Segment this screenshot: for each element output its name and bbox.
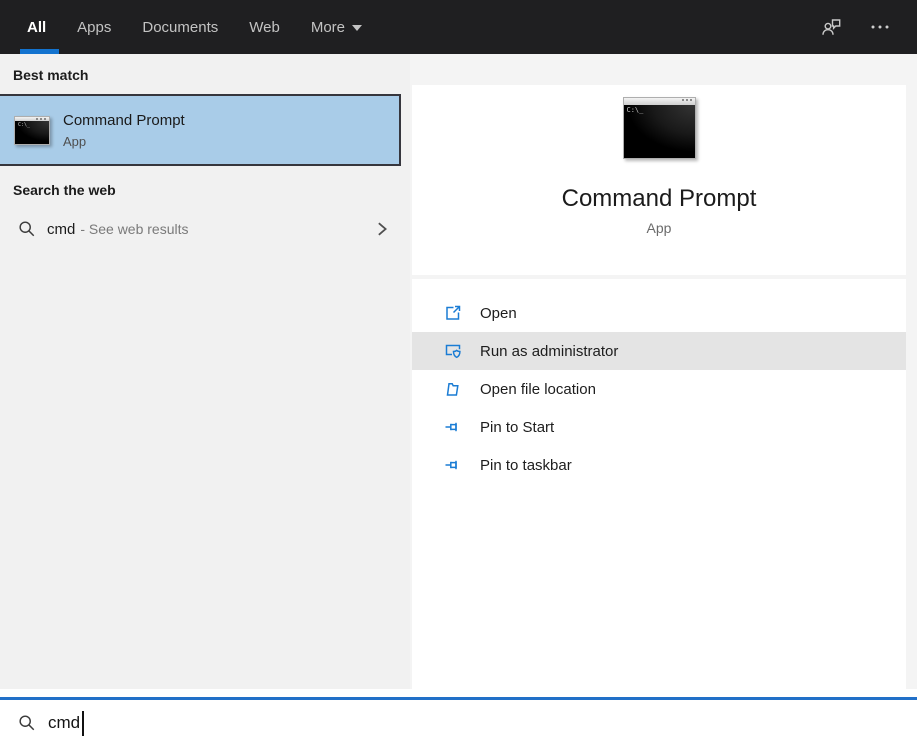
action-pin-to-start-label: Pin to Start xyxy=(480,418,555,436)
action-pin-to-taskbar[interactable]: Pin to taskbar xyxy=(412,446,906,484)
text-cursor xyxy=(82,710,84,736)
search-icon xyxy=(19,715,35,731)
results-list-panel: Best match C:\_ Command Prompt App Searc… xyxy=(0,54,410,689)
action-pin-to-start[interactable]: Pin to Start xyxy=(412,408,906,446)
chevron-down-icon xyxy=(352,25,363,31)
best-match-title: Command Prompt xyxy=(63,111,185,129)
tab-apps-label: Apps xyxy=(77,18,112,36)
launch-icon xyxy=(446,305,461,320)
active-tab-underline xyxy=(20,49,60,54)
tab-all[interactable]: All xyxy=(20,0,60,54)
action-open-file-location-label: Open file location xyxy=(480,380,596,398)
bottom-strip xyxy=(0,689,917,697)
tab-more-label: More xyxy=(310,18,346,36)
action-open-file-location[interactable]: Open file location xyxy=(412,370,906,408)
feedback-icon[interactable] xyxy=(821,16,843,38)
pin-icon xyxy=(445,460,457,470)
search-results-area: Best match C:\_ Command Prompt App Searc… xyxy=(0,54,917,689)
tab-apps[interactable]: Apps xyxy=(77,0,111,54)
tab-web[interactable]: Web xyxy=(249,0,280,54)
tab-documents-label: Documents xyxy=(142,18,219,36)
action-run-as-administrator[interactable]: Run as administrator xyxy=(412,332,906,370)
folder-icon xyxy=(446,383,459,396)
terminal-prompt-text: C:\_ xyxy=(18,121,31,128)
search-web-header: Search the web xyxy=(13,182,116,198)
terminal-prompt-text: C:\_ xyxy=(626,106,644,114)
best-match-text: Command Prompt App xyxy=(63,112,185,149)
web-result-suffix: - See web results xyxy=(80,221,189,237)
tab-all-label: All xyxy=(27,18,47,36)
action-open[interactable]: Open xyxy=(412,294,906,332)
tab-web-label: Web xyxy=(249,18,280,36)
best-match-subtitle: App xyxy=(63,133,87,149)
window-buttons xyxy=(36,117,47,120)
tab-documents[interactable]: Documents xyxy=(142,0,218,54)
chevron-right-icon[interactable] xyxy=(374,220,390,238)
best-match-result-command-prompt[interactable]: C:\_ Command Prompt App xyxy=(0,94,401,166)
search-filter-bar: All Apps Documents Web More xyxy=(0,0,917,54)
filter-tabs: All Apps Documents Web More xyxy=(20,0,363,54)
search-icon xyxy=(19,221,35,237)
web-query-text: cmd xyxy=(47,220,76,238)
search-input[interactable]: cmd xyxy=(0,697,917,746)
window-buttons xyxy=(681,99,693,101)
preview-app-title: Command Prompt xyxy=(561,185,757,212)
command-prompt-icon-large: C:\_ xyxy=(622,97,696,159)
action-run-as-administrator-label: Run as administrator xyxy=(480,342,619,360)
search-input-value: cmd xyxy=(48,713,81,732)
app-actions-list: Open Run as administrator Open file loca… xyxy=(412,279,906,689)
action-open-label: Open xyxy=(480,304,517,322)
web-search-result[interactable]: cmd - See web results xyxy=(0,207,410,251)
action-pin-to-taskbar-label: Pin to taskbar xyxy=(480,456,572,474)
more-options-icon[interactable] xyxy=(870,17,890,37)
pin-icon xyxy=(445,422,457,432)
admin-shield-icon xyxy=(445,344,461,359)
preview-panel: C:\_ Command Prompt App Open Run as admi… xyxy=(410,54,917,689)
best-match-header: Best match xyxy=(13,67,89,83)
command-prompt-icon: C:\_ xyxy=(14,115,50,145)
topbar-actions xyxy=(821,0,890,54)
tab-more[interactable]: More xyxy=(310,0,363,54)
preview-app-subtitle: App xyxy=(646,220,672,236)
app-preview-card: C:\_ Command Prompt App xyxy=(412,85,906,275)
